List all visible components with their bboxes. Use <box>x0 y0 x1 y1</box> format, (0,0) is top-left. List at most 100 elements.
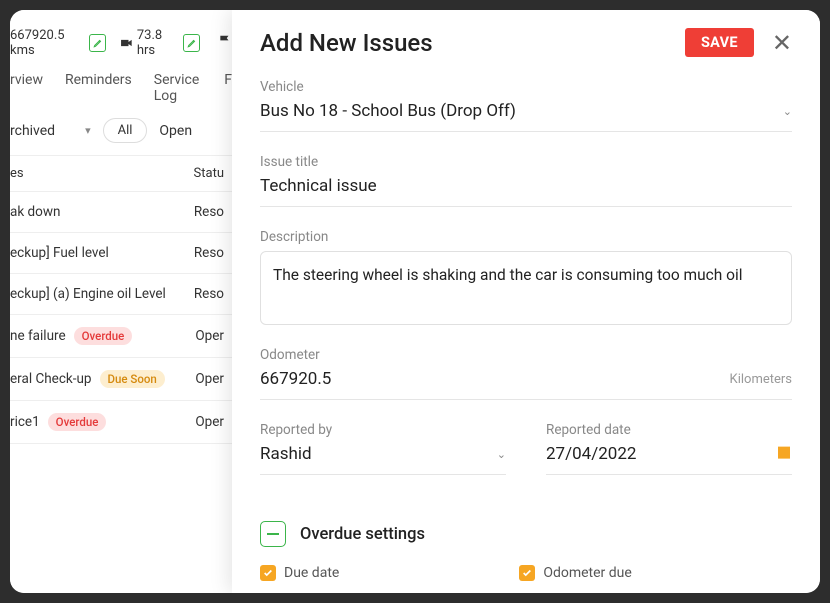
vehicle-label: Vehicle <box>260 79 792 95</box>
checkbox-checked-icon <box>519 565 535 581</box>
reported-by-select[interactable]: Rashid ⌄ <box>260 444 506 475</box>
status-badge: Due Soon <box>100 370 165 388</box>
camera-icon <box>120 37 133 49</box>
overdue-section-title: Overdue settings <box>300 525 425 544</box>
modal-actions: SAVE ✕ <box>685 28 792 57</box>
odometer-unit: Kilometers <box>730 372 792 387</box>
left-header: 667920.5 kms 73.8 hrs rview <box>10 10 232 444</box>
issue-title-label: Issue title <box>260 154 792 170</box>
tab-bar: rview Reminders Service Log F <box>10 70 232 118</box>
table-row[interactable]: eckup] (a) Engine oil Level Reso <box>10 274 232 315</box>
row-status: Reso <box>194 204 224 220</box>
odometer-due-label: Odometer due <box>543 565 631 581</box>
vehicle-field: Vehicle Bus No 18 - School Bus (Drop Off… <box>260 79 792 132</box>
reported-by-field: Reported by Rashid ⌄ <box>260 422 506 475</box>
minus-icon <box>267 533 279 535</box>
issue-list-pane: 667920.5 kms 73.8 hrs rview <box>10 10 232 593</box>
overdue-checkboxes: Due date Odometer due <box>260 565 792 581</box>
tab-reminders[interactable]: Reminders <box>65 72 132 104</box>
vehicle-value: Bus No 18 - School Bus (Drop Off) <box>260 101 516 121</box>
row-title-text: ne failure <box>10 328 66 344</box>
description-input[interactable]: The steering wheel is shaking and the ca… <box>260 251 792 325</box>
reported-date-value: 27/04/2022 <box>546 444 636 464</box>
row-title: rice1 Overdue <box>10 413 106 431</box>
edit-odometer-button[interactable] <box>89 34 106 52</box>
row-status: Oper <box>195 371 224 387</box>
odometer-stat: 667920.5 kms <box>10 28 106 58</box>
table-row[interactable]: eral Check-up Due Soon Oper <box>10 358 232 401</box>
odometer-input[interactable]: 667920.5 Kilometers <box>260 369 792 400</box>
tab-more[interactable]: F <box>224 72 232 104</box>
odometer-stat-value: 667920.5 kms <box>10 28 85 58</box>
hours-stat: 73.8 hrs <box>120 28 200 58</box>
chevron-down-icon: ⌄ <box>783 105 792 118</box>
description-field: Description The steering wheel is shakin… <box>260 229 792 325</box>
vehicle-select[interactable]: Bus No 18 - School Bus (Drop Off) ⌄ <box>260 101 792 132</box>
filter-row: rchived ▾ All Open <box>10 118 232 155</box>
table-row[interactable]: eckup] Fuel level Reso <box>10 233 232 274</box>
app-window: 667920.5 kms 73.8 hrs rview <box>10 10 820 593</box>
archived-filter[interactable]: rchived ▾ <box>10 123 91 139</box>
pencil-icon <box>187 38 197 48</box>
table-row[interactable]: ak down Reso <box>10 192 232 233</box>
description-label: Description <box>260 229 792 245</box>
col-status: Statu <box>194 166 224 181</box>
status-badge: Overdue <box>74 327 133 345</box>
tab-service-log[interactable]: Service Log <box>154 72 202 104</box>
reported-by-label: Reported by <box>260 422 506 438</box>
odometer-value: 667920.5 <box>260 369 331 389</box>
row-title: ak down <box>10 204 60 220</box>
row-title-text: rice1 <box>10 414 40 430</box>
row-title: eckup] (a) Engine oil Level <box>10 286 166 302</box>
due-date-label: Due date <box>284 565 339 581</box>
row-title: eckup] Fuel level <box>10 245 109 261</box>
modal-header: Add New Issues SAVE ✕ <box>260 28 792 57</box>
issue-list: ak downResoeckup] Fuel levelResoeckup] (… <box>10 192 232 444</box>
archived-filter-label: rchived <box>10 123 55 139</box>
calendar-icon[interactable] <box>776 444 792 464</box>
reported-date-label: Reported date <box>546 422 792 438</box>
reported-date-field: Reported date 27/04/2022 <box>546 422 792 475</box>
reported-row: Reported by Rashid ⌄ Reported date 27/04… <box>260 422 792 497</box>
overdue-section-header: Overdue settings <box>260 521 792 547</box>
reported-by-value: Rashid <box>260 444 312 464</box>
tab-overview[interactable]: rview <box>10 72 43 104</box>
row-status: Oper <box>195 328 224 344</box>
table-row[interactable]: ne failure Overdue Oper <box>10 315 232 358</box>
odometer-field: Odometer 667920.5 Kilometers <box>260 347 792 400</box>
chevron-down-icon: ⌄ <box>497 448 506 461</box>
reported-date-input[interactable]: 27/04/2022 <box>546 444 792 475</box>
row-status: Reso <box>194 245 224 261</box>
status-badge: Overdue <box>48 413 107 431</box>
issue-title-field: Issue title Technical issue <box>260 154 792 207</box>
flag-icon[interactable] <box>218 34 232 52</box>
row-title-text: eckup] (a) Engine oil Level <box>10 286 166 302</box>
odometer-label: Odometer <box>260 347 792 363</box>
issue-title-value: Technical issue <box>260 176 377 196</box>
modal-title: Add New Issues <box>260 29 433 57</box>
list-header: es Statu <box>10 155 232 192</box>
row-title-text: eckup] Fuel level <box>10 245 109 261</box>
row-title-text: eral Check-up <box>10 371 92 387</box>
row-status: Reso <box>194 286 224 302</box>
row-title-text: ak down <box>10 204 60 220</box>
row-title: eral Check-up Due Soon <box>10 370 165 388</box>
chevron-down-icon: ▾ <box>85 124 91 137</box>
row-title: ne failure Overdue <box>10 327 132 345</box>
save-button[interactable]: SAVE <box>685 28 754 57</box>
table-row[interactable]: rice1 Overdue Oper <box>10 401 232 444</box>
hours-stat-value: 73.8 hrs <box>137 28 180 58</box>
add-issue-modal: Add New Issues SAVE ✕ Vehicle Bus No 18 … <box>232 10 820 593</box>
edit-hours-button[interactable] <box>183 34 200 52</box>
stat-row: 667920.5 kms 73.8 hrs <box>10 20 232 70</box>
filter-all[interactable]: All <box>103 118 148 143</box>
issue-title-input[interactable]: Technical issue <box>260 176 792 207</box>
odometer-due-checkbox[interactable]: Odometer due <box>519 565 631 581</box>
checkbox-checked-icon <box>260 565 276 581</box>
close-icon[interactable]: ✕ <box>772 31 792 55</box>
due-date-checkbox[interactable]: Due date <box>260 565 339 581</box>
filter-open[interactable]: Open <box>159 123 192 139</box>
col-title: es <box>10 166 24 181</box>
collapse-button[interactable] <box>260 521 286 547</box>
row-status: Oper <box>195 414 224 430</box>
